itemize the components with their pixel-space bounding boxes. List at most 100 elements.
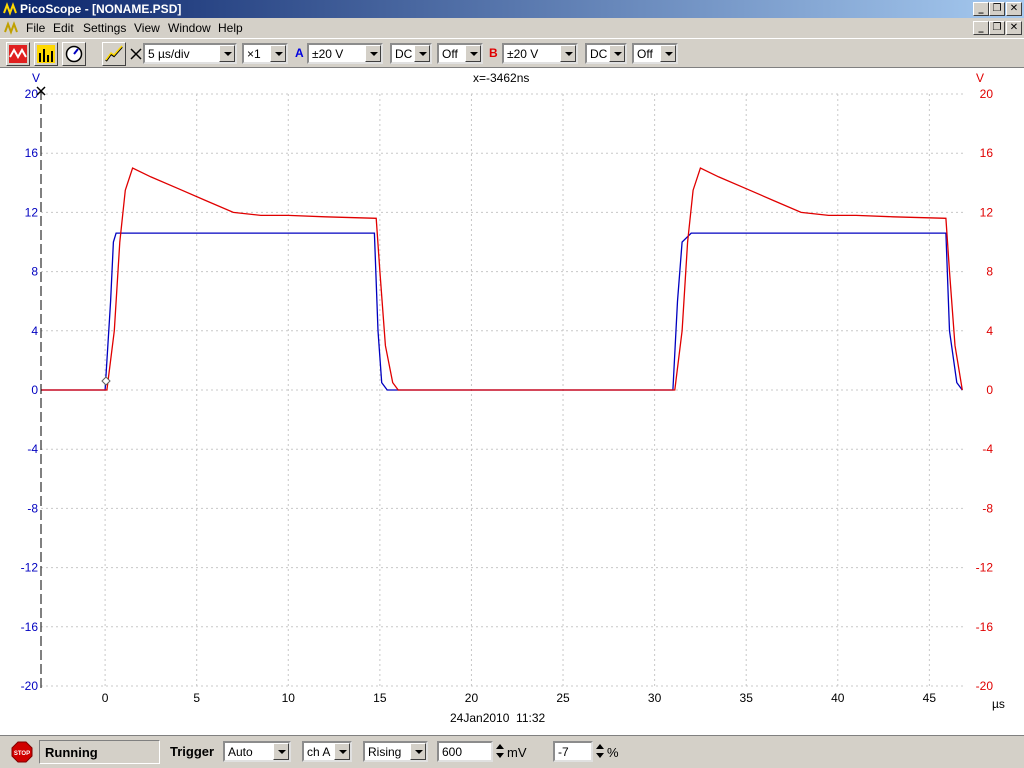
scope-wave-icon (9, 45, 27, 63)
stop-icon[interactable]: STOP (11, 741, 33, 763)
meter-mode-button[interactable] (62, 42, 86, 66)
trigger-channel-value: ch A (307, 745, 331, 759)
trigger-channel-select[interactable]: ch A (302, 741, 352, 762)
trigger-level-input[interactable]: 600 (437, 741, 493, 762)
x-tick-label: 15 (373, 691, 387, 705)
menu-edit[interactable]: Edit (53, 21, 74, 35)
chevron-down-icon (660, 45, 676, 62)
right-y-tick-label: -20 (976, 679, 994, 693)
menu-view[interactable]: View (134, 21, 160, 35)
pretrigger-stepper[interactable] (594, 741, 606, 762)
trigger-mode-select[interactable]: Auto (223, 741, 291, 762)
timebase-select[interactable]: 5 µs/div (143, 43, 237, 64)
scope-mode-button[interactable] (6, 42, 30, 66)
left-y-tick-label: -12 (21, 561, 39, 575)
trigger-edge-select[interactable]: Rising (363, 741, 428, 762)
trigger-level-unit: mV (507, 745, 527, 760)
channel-b-coupling-select[interactable]: DC (585, 43, 627, 64)
spectrum-bars-icon (37, 45, 55, 63)
trigger-level-stepper[interactable] (494, 741, 506, 762)
running-status: Running (39, 740, 160, 764)
channel-b-range-value: ±20 V (507, 47, 539, 61)
menu-window[interactable]: Window (168, 21, 211, 35)
multiplier-select[interactable]: ×1 (242, 43, 288, 64)
trigger-level-value: 600 (442, 745, 463, 759)
x-tick-label: 5 (193, 691, 200, 705)
chevron-down-icon (270, 45, 286, 62)
channel-a-range-select[interactable]: ±20 V (307, 43, 383, 64)
left-y-tick-label: 16 (25, 146, 39, 160)
channel-b-range-select[interactable]: ±20 V (502, 43, 578, 64)
x-tick-label: 20 (465, 691, 479, 705)
right-y-tick-label: -12 (976, 561, 994, 575)
chevron-down-icon (219, 45, 235, 62)
window-title: PicoScope - [NONAME.PSD] (20, 2, 182, 16)
x-tick-label: 25 (556, 691, 570, 705)
chevron-down-icon (273, 743, 289, 760)
close-button[interactable]: ✕ (1006, 2, 1022, 16)
spectrum-mode-button[interactable] (34, 42, 58, 66)
x-tick-label: 30 (648, 691, 662, 705)
left-y-tick-label: 4 (31, 324, 38, 338)
channel-a-label: A (295, 46, 304, 60)
x-tick-label: 0 (102, 691, 109, 705)
chevron-down-icon (560, 45, 576, 62)
timestamp: 24Jan2010 11:32 (450, 711, 546, 725)
channel-a-range-value: ±20 V (312, 47, 344, 61)
picoscope-app-icon (3, 2, 17, 16)
svg-text:STOP: STOP (14, 751, 30, 757)
oscilloscope-chart[interactable]: 20 2016 1612 128 84 40 0-4 -4-8 -8-12 -12-16 -16-2… (0, 68, 1024, 735)
right-y-tick-label: 20 (980, 87, 994, 101)
left-y-tick-label: -4 (27, 442, 38, 456)
channel-b-coupling-value: DC (590, 47, 608, 61)
pretrigger-value: -7 (558, 745, 569, 759)
running-status-text: Running (45, 745, 98, 760)
trigger-edge-value: Rising (368, 745, 402, 759)
left-y-tick-label: 12 (25, 205, 39, 219)
right-y-tick-label: -16 (976, 620, 994, 634)
menu-settings[interactable]: Settings (83, 21, 126, 35)
doc-minimize-button[interactable]: _ (973, 21, 989, 35)
gauge-icon (65, 45, 83, 63)
doc-close-button[interactable]: ✕ (1006, 21, 1022, 35)
close-cursor-icon[interactable] (130, 48, 142, 60)
left-y-tick-label: -20 (21, 679, 39, 693)
status-bar: STOP Running Trigger Auto ch A Rising 60… (0, 735, 1024, 768)
channel-a-coupling-select[interactable]: DC (390, 43, 432, 64)
menu-bar: File Edit Settings View Window Help _ ❐ … (0, 18, 1024, 38)
timebase-value: 5 µs/div (148, 47, 190, 61)
doc-restore-button[interactable]: ❐ (989, 21, 1005, 35)
cursor-readout: x=-3462ns (473, 71, 529, 85)
x-tick-label: 40 (831, 691, 845, 705)
right-y-tick-label: 16 (980, 146, 994, 160)
x-tick-label: 10 (282, 691, 296, 705)
left-y-tick-label: -8 (27, 501, 38, 515)
x-tick-label: 35 (740, 691, 754, 705)
chevron-down-icon (410, 743, 426, 760)
x-axis-unit: µs (992, 697, 1005, 711)
trigger-marker-button[interactable] (102, 42, 126, 66)
restore-button[interactable]: ❐ (989, 2, 1005, 16)
menu-file[interactable]: File (26, 21, 45, 35)
scope-display[interactable]: 20 20 16 16 12 12 8 8 4 4 0 0 -4 -4 -8 -8 -12 -12 -16 -16 -2… (0, 68, 1024, 735)
minimize-button[interactable]: _ (973, 2, 989, 16)
right-y-tick-label: -8 (982, 501, 993, 515)
channel-b-label: B (489, 46, 498, 60)
channel-b-offset-value: Off (637, 47, 653, 61)
channel-b-offset-select[interactable]: Off (632, 43, 678, 64)
left-y-tick-label: -16 (21, 620, 39, 634)
menu-help[interactable]: Help (218, 21, 243, 35)
left-y-tick-label: 0 (31, 383, 38, 397)
multiplier-value: ×1 (247, 47, 261, 61)
channel-a-offset-select[interactable]: Off (437, 43, 483, 64)
document-icon[interactable] (4, 20, 20, 36)
chevron-down-icon (414, 45, 430, 62)
right-y-tick-label: 0 (986, 383, 993, 397)
pretrigger-input[interactable]: -7 (553, 741, 593, 762)
trigger-wave-icon (105, 45, 123, 62)
channel-a-trace (41, 232, 963, 391)
right-y-tick-label: 4 (986, 324, 993, 338)
right-y-tick-label: 8 (986, 265, 993, 279)
left-axis-unit: V (32, 71, 40, 85)
trigger-label: Trigger (170, 744, 215, 759)
